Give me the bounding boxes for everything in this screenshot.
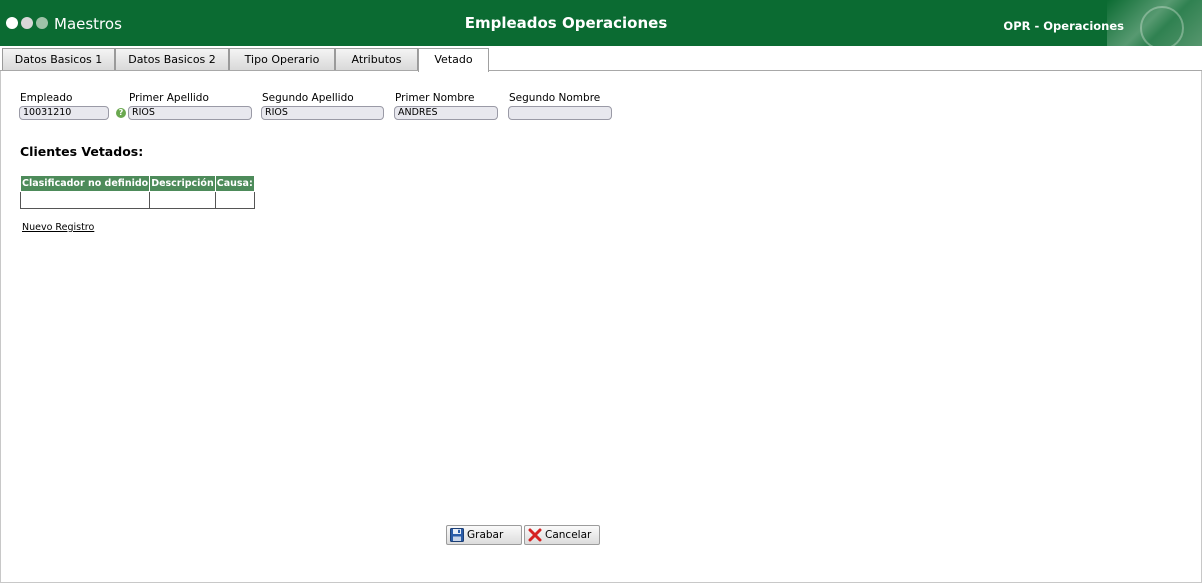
cancel-button-label: Cancelar bbox=[545, 529, 592, 541]
tab-tipo-operario[interactable]: Tipo Operario bbox=[229, 48, 335, 70]
primer-nombre-label: Primer Nombre bbox=[395, 92, 475, 104]
page-title: Empleados Operaciones bbox=[464, 14, 668, 32]
column-header: Causa: bbox=[214, 175, 255, 192]
tab-vetado[interactable]: Vetado bbox=[418, 48, 489, 72]
column-header: Clasificador no definido bbox=[19, 175, 151, 192]
table-row bbox=[19, 191, 255, 209]
segundo-apellido-field[interactable]: RIOS bbox=[261, 106, 384, 120]
save-button-label: Grabar bbox=[467, 529, 504, 541]
table-cell[interactable] bbox=[214, 191, 255, 209]
vetados-table: Clasificador no definido Descripción Cau… bbox=[19, 175, 255, 209]
column-header: Descripción bbox=[149, 175, 216, 192]
new-record-link[interactable]: Nuevo Registro bbox=[22, 222, 94, 233]
segundo-nombre-field[interactable] bbox=[508, 106, 612, 120]
segundo-nombre-label: Segundo Nombre bbox=[509, 92, 601, 104]
segundo-apellido-label: Segundo Apellido bbox=[262, 92, 354, 104]
window-frame bbox=[0, 0, 1202, 583]
tab-bar: Datos Basicos 1 Datos Basicos 2 Tipo Ope… bbox=[0, 46, 1202, 72]
primer-apellido-field[interactable]: RIOS bbox=[128, 106, 252, 120]
primer-nombre-field[interactable]: ANDRES bbox=[394, 106, 498, 120]
floppy-disk-icon bbox=[450, 528, 464, 542]
tab-datos-basicos-1[interactable]: Datos Basicos 1 bbox=[2, 48, 115, 70]
red-x-icon bbox=[528, 528, 542, 542]
tab-datos-basicos-2[interactable]: Datos Basicos 2 bbox=[115, 48, 229, 70]
table-cell[interactable] bbox=[149, 191, 216, 209]
table-cell[interactable] bbox=[19, 191, 151, 209]
empleado-label: Empleado bbox=[20, 92, 73, 104]
help-icon[interactable]: ? bbox=[116, 108, 126, 118]
section-title: Clientes Vetados: bbox=[20, 144, 144, 159]
tab-atributos[interactable]: Atributos bbox=[335, 48, 418, 70]
app-header: Maestros Empleados Operaciones OPR - Ope… bbox=[0, 0, 1202, 50]
empleado-field[interactable]: 10031210 bbox=[19, 106, 109, 120]
cancel-button[interactable]: Cancelar bbox=[524, 525, 600, 545]
table-header-row: Clasificador no definido Descripción Cau… bbox=[19, 175, 255, 192]
module-label: OPR - Operaciones bbox=[1003, 19, 1124, 33]
primer-apellido-label: Primer Apellido bbox=[129, 92, 209, 104]
save-button[interactable]: Grabar bbox=[446, 525, 522, 545]
